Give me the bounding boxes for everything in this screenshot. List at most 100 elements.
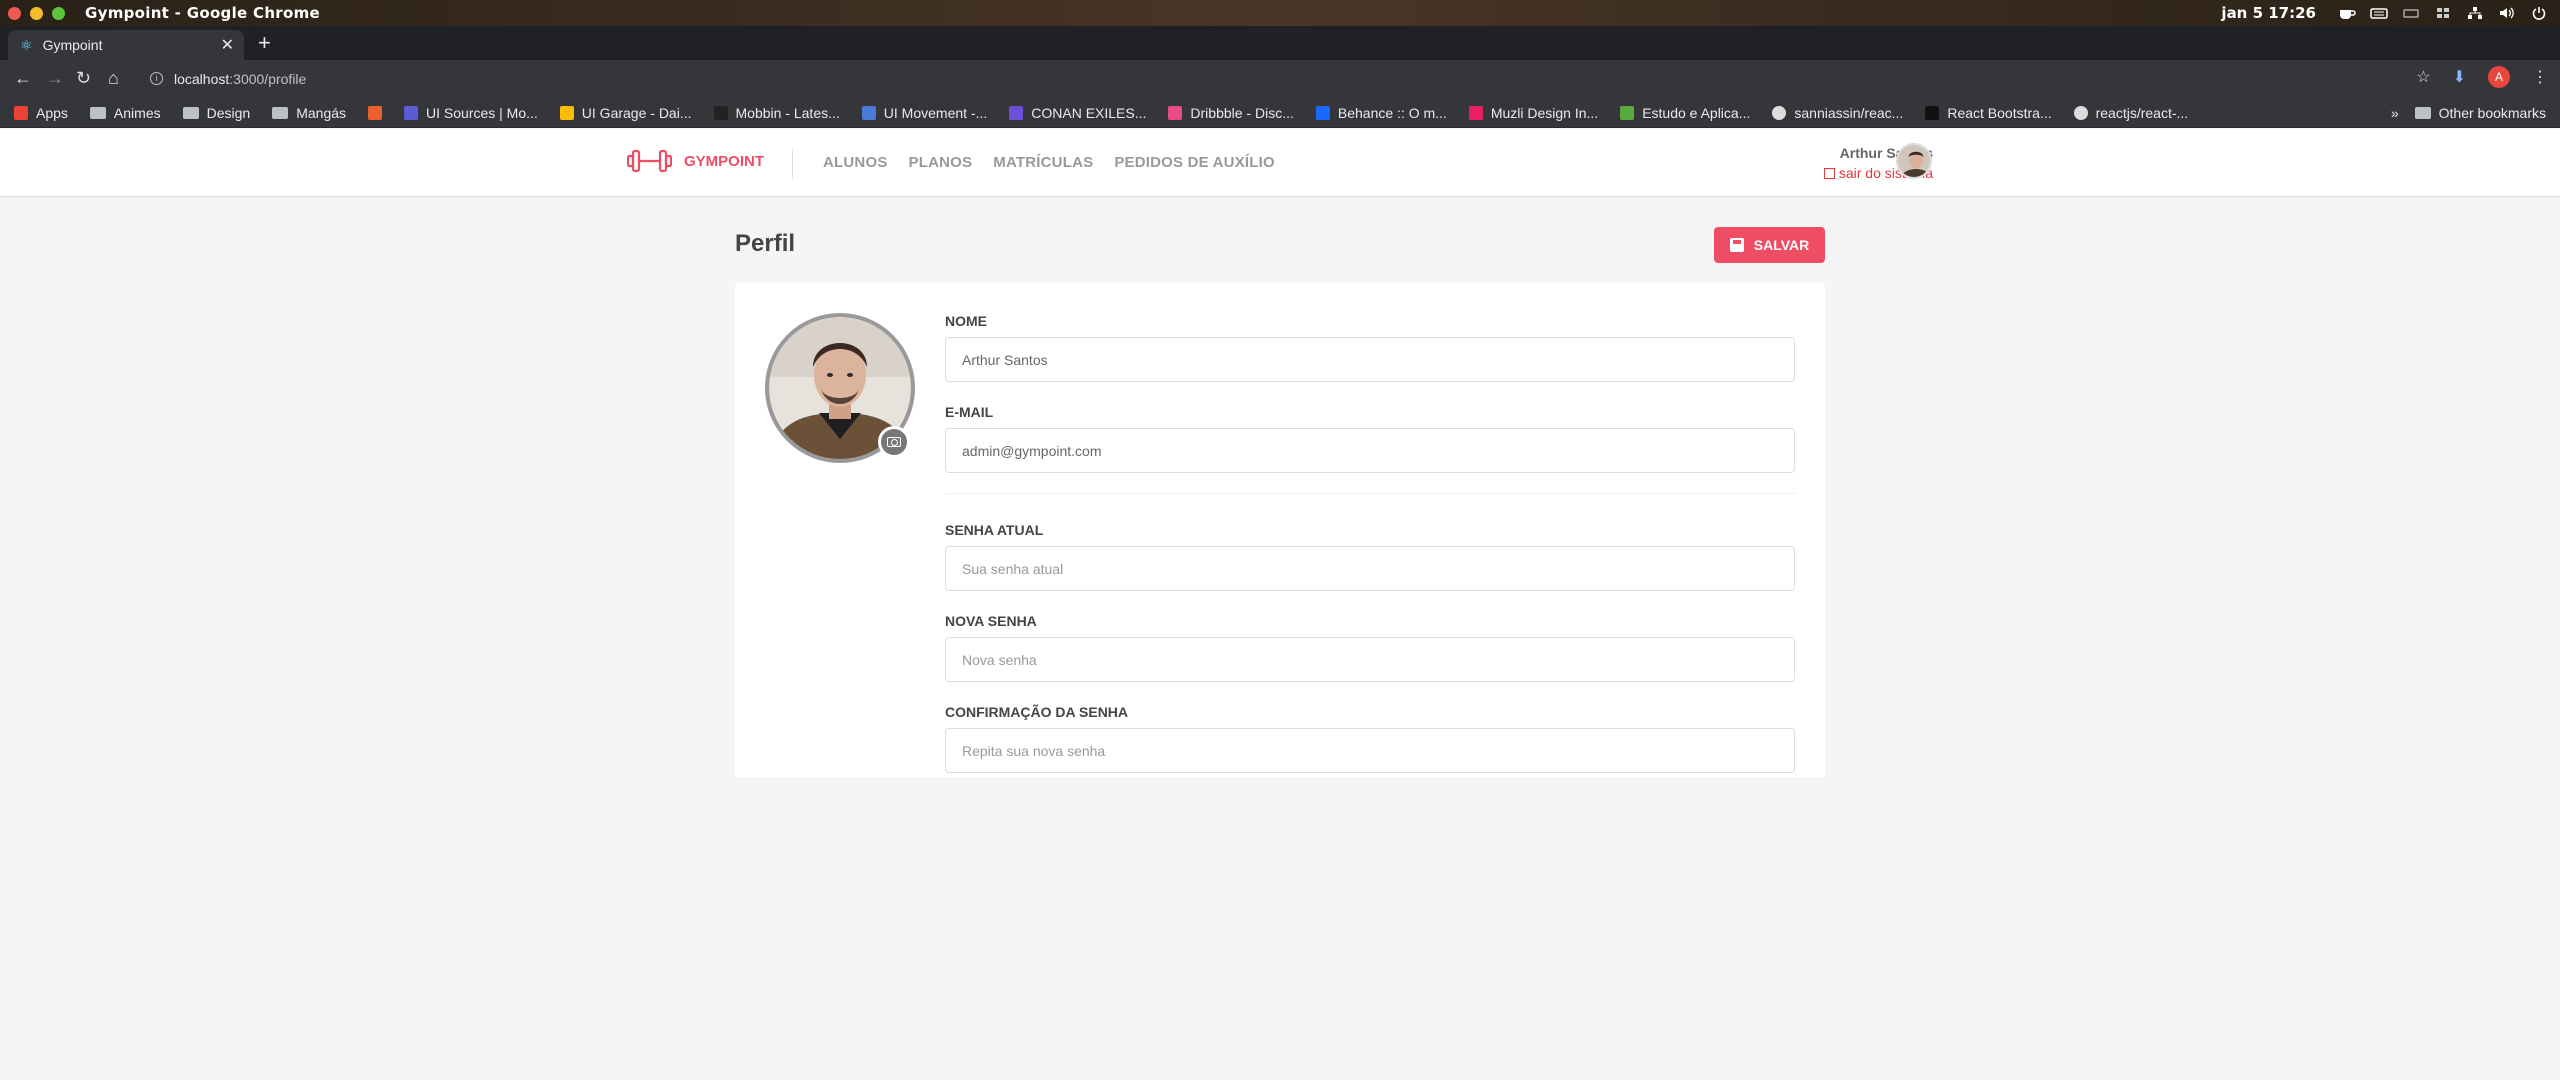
- back-arrow-icon[interactable]: ←: [14, 68, 32, 88]
- dumbbell-icon: [627, 149, 672, 173]
- bookmark-label: Muzli Design In...: [1490, 104, 1599, 121]
- bookmark-item[interactable]: Apps: [14, 105, 68, 121]
- bookmark-item[interactable]: CONAN EXILES...: [1009, 105, 1146, 121]
- confirm-password-field[interactable]: [945, 728, 1795, 773]
- email-field[interactable]: [945, 428, 1795, 473]
- window-title: Gympoint - Google Chrome: [85, 4, 321, 22]
- browser-menu-icon[interactable]: ⋮: [2532, 67, 2548, 87]
- bookmark-item[interactable]: Behance :: O m...: [1315, 104, 1447, 121]
- close-window-button[interactable]: [8, 6, 21, 20]
- bookmark-item[interactable]: [368, 105, 390, 120]
- bookmark-item[interactable]: UI Sources | Mo...: [404, 105, 538, 121]
- app-header: GYMPOINT ALUNOS PLANOS MATRÍCULAS PEDIDO…: [0, 129, 2560, 197]
- bookmark-item[interactable]: Muzli Design In...: [1468, 104, 1599, 121]
- bookmark-item[interactable]: UI Movement -...: [861, 105, 987, 121]
- bookmark-item[interactable]: UI Garage - Dai...: [559, 104, 692, 121]
- bookmark-item[interactable]: React Bootstra...: [1925, 104, 2052, 121]
- other-bookmarks[interactable]: Other bookmarks: [2414, 105, 2546, 121]
- confirm-password-label: CONFIRMAÇÃO DA SENHA: [945, 704, 1129, 720]
- bookmark-label: Mobbin - Lates...: [735, 104, 840, 121]
- system-clock[interactable]: jan 5 17:26: [2221, 4, 2316, 22]
- new-password-label: NOVA SENHA: [945, 613, 1037, 629]
- site-icon: [1468, 105, 1483, 120]
- site-icon: [404, 105, 419, 120]
- tab-strip: ⚛ Gympoint ✕ +: [0, 26, 2560, 60]
- folder-icon: [182, 106, 199, 119]
- header-avatar[interactable]: [1896, 143, 1932, 179]
- name-field[interactable]: [945, 337, 1795, 382]
- nav-matriculas[interactable]: MATRÍCULAS: [993, 154, 1093, 171]
- folder-icon: [89, 106, 106, 119]
- bookmark-label: Mangás: [296, 104, 347, 121]
- bookmarks-overflow-icon[interactable]: »: [2391, 105, 2399, 121]
- close-tab-icon[interactable]: ✕: [221, 35, 234, 55]
- form-divider: [945, 493, 1795, 494]
- github-icon: [1772, 105, 1787, 120]
- apps-grid-icon: [14, 105, 28, 120]
- power-icon[interactable]: [2530, 6, 2548, 20]
- folder-icon: [2414, 107, 2431, 119]
- bookmark-label: reactjs/react-...: [2095, 104, 2189, 121]
- bookmark-item[interactable]: Dribbble - Disc...: [1168, 104, 1294, 121]
- maximize-window-button[interactable]: [52, 6, 65, 20]
- github-icon: [2073, 105, 2088, 120]
- download-icon[interactable]: ⬇: [2453, 67, 2466, 87]
- profile-card: NOME E-MAIL SENHA ATUAL NOVA SENHA CONFI…: [735, 283, 1825, 777]
- bookmark-label: UI Garage - Dai...: [581, 104, 692, 121]
- site-icon: [1315, 105, 1330, 120]
- bookmark-label: UI Sources | Mo...: [426, 104, 538, 121]
- bookmark-label: CONAN EXILES...: [1031, 104, 1147, 121]
- bookmark-item[interactable]: reactjs/react-...: [2073, 104, 2189, 121]
- home-icon[interactable]: ⌂: [108, 68, 119, 88]
- bookmark-item[interactable]: sanniassin/reac...: [1772, 105, 1903, 121]
- network-icon[interactable]: [2466, 6, 2484, 20]
- os-top-bar: Gympoint - Google Chrome jan 5 17:26: [0, 0, 2560, 26]
- bookmark-item[interactable]: Mobbin - Lates...: [713, 104, 840, 121]
- bookmark-label: Design: [206, 104, 251, 121]
- profile-avatar[interactable]: A: [2488, 66, 2510, 88]
- page-title: Perfil: [735, 230, 796, 257]
- reload-icon[interactable]: ↻: [76, 68, 91, 88]
- old-password-label: SENHA ATUAL: [945, 522, 1044, 538]
- bookmark-label: React Bootstra...: [1947, 104, 2052, 121]
- site-icon: [1620, 105, 1635, 120]
- grid-icon[interactable]: [2434, 6, 2452, 20]
- site-icon: [713, 105, 728, 120]
- bookmark-item[interactable]: Estudo e Aplica...: [1620, 105, 1750, 121]
- new-password-field[interactable]: [945, 637, 1795, 682]
- folder-icon: [272, 106, 289, 119]
- bookmark-label: Apps: [36, 104, 68, 121]
- address-bar[interactable]: i localhost:3000/profile: [140, 64, 2420, 94]
- nav-planos[interactable]: PLANOS: [909, 154, 973, 171]
- nav-alunos[interactable]: ALUNOS: [823, 154, 888, 171]
- bookmark-label: sanniassin/reac...: [1794, 104, 1904, 121]
- system-tray: jan 5 17:26: [2221, 0, 2548, 26]
- old-password-field[interactable]: [945, 546, 1795, 591]
- site-icon: [559, 105, 574, 120]
- coffee-icon[interactable]: [2338, 6, 2356, 20]
- bookmark-label: Animes: [113, 104, 161, 121]
- bookmark-label: Behance :: O m...: [1337, 104, 1447, 121]
- logout-icon: [1823, 167, 1835, 179]
- bookmark-label: Dribbble - Disc...: [1190, 104, 1294, 121]
- site-info-icon[interactable]: i: [150, 72, 163, 85]
- bookmark-item[interactable]: Animes: [89, 104, 161, 121]
- keyboard-icon[interactable]: [2370, 6, 2388, 20]
- bookmark-item[interactable]: Mangás: [272, 105, 346, 121]
- minimize-window-button[interactable]: [30, 6, 43, 20]
- forward-arrow-icon[interactable]: →: [46, 68, 64, 88]
- volume-icon[interactable]: [2498, 6, 2516, 20]
- main-nav: ALUNOS PLANOS MATRÍCULAS PEDIDOS DE AUXÍ…: [823, 154, 1275, 171]
- logo-text: GYMPOINT: [684, 152, 765, 170]
- gympoint-logo[interactable]: GYMPOINT: [627, 149, 764, 173]
- drive-icon[interactable]: [2402, 6, 2420, 20]
- nav-pedidos-de-auxilio[interactable]: PEDIDOS DE AUXÍLIO: [1114, 154, 1275, 171]
- tab-gympoint[interactable]: ⚛ Gympoint ✕: [8, 30, 244, 60]
- bookmark-item[interactable]: Design: [182, 104, 251, 121]
- url-text[interactable]: localhost:3000/profile: [174, 71, 306, 87]
- new-tab-button[interactable]: +: [258, 32, 271, 54]
- bookmark-star-icon[interactable]: ☆: [2416, 67, 2430, 87]
- save-button[interactable]: SALVAR: [1714, 227, 1825, 263]
- name-label: NOME: [945, 313, 987, 329]
- change-photo-button[interactable]: [878, 426, 910, 458]
